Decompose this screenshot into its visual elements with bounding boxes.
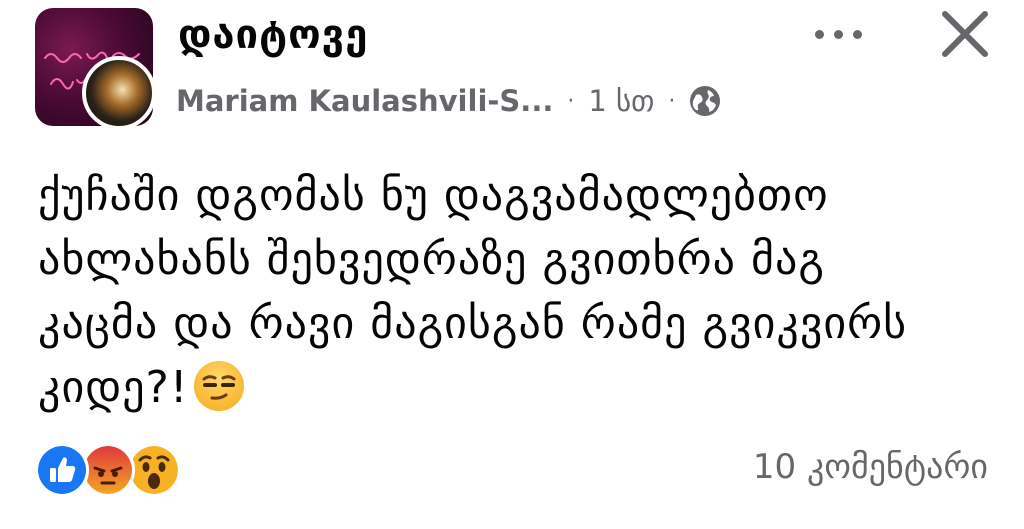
post-meta: Mariam Kaulashvili-S... · 1 სთ · xyxy=(176,84,721,118)
post-body: ქუჩაში დგომას ნუ დაგვამადლებთო ახლახანს … xyxy=(38,164,998,420)
post-card: დაიტოვე Mariam Kaulashvili-S... · 1 სთ ·… xyxy=(0,0,1024,529)
like-icon xyxy=(35,443,89,497)
group-name[interactable]: დაიტოვე xyxy=(178,12,368,58)
angry-icon xyxy=(81,443,135,497)
author-name[interactable]: Mariam Kaulashvili-S... xyxy=(176,84,553,118)
author-avatar[interactable] xyxy=(82,56,156,130)
smirk-emoji xyxy=(193,361,244,411)
reactions-summary[interactable] xyxy=(35,443,185,497)
post-time[interactable]: 1 სთ xyxy=(588,84,654,118)
close-icon[interactable] xyxy=(935,4,995,64)
more-icon xyxy=(814,29,824,39)
globe-icon xyxy=(690,86,721,116)
meta-separator: · xyxy=(567,88,575,114)
more-icon-dot xyxy=(833,29,843,39)
post-text: ქუჩაში დგომას ნუ დაგვამადლებთო ახლახანს … xyxy=(38,170,908,413)
wow-icon xyxy=(127,443,181,497)
meta-separator: · xyxy=(668,88,676,114)
more-icon-dot xyxy=(852,29,862,39)
comments-count[interactable]: 10 კომენტარი xyxy=(753,447,988,487)
more-options-button[interactable] xyxy=(806,14,870,54)
